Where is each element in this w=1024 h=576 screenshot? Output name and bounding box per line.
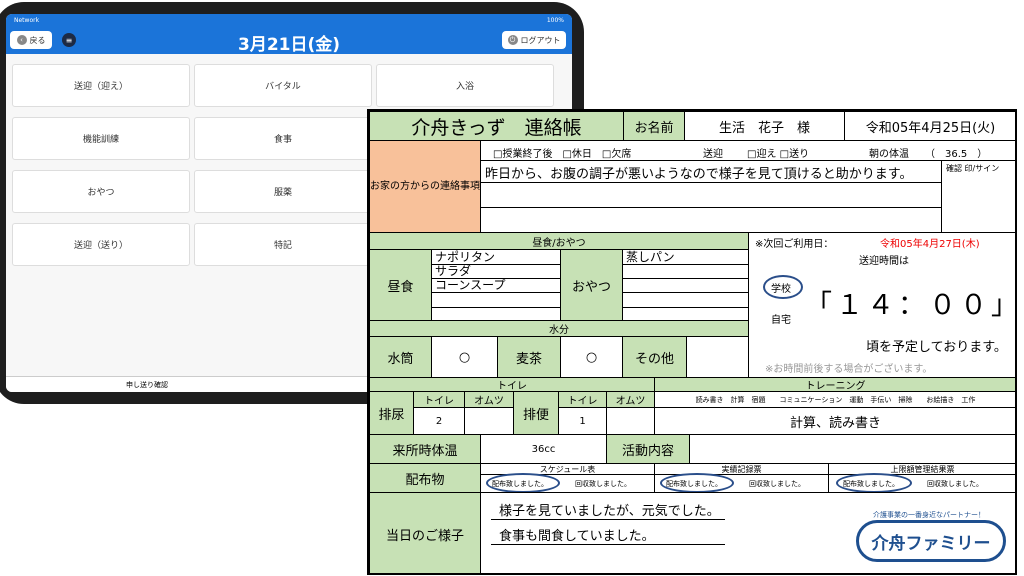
morning-temp-label: 朝の体温 (869, 149, 909, 160)
training-options: 読み書き 計算 宿題 コミュニケーション 運動 手伝い 掃除 お絵描き 工作 (654, 391, 1015, 408)
selected-circle (486, 473, 560, 493)
lunch-item: サラダ (435, 264, 472, 278)
today-line-1: 様子を見ていましたが、元気でした。 (499, 504, 720, 519)
rule (481, 160, 1015, 161)
rule (432, 278, 561, 279)
defecation-label: 排便 (513, 391, 559, 435)
distribution-label: 配布物 (369, 463, 481, 493)
home-option: 自宅 (771, 315, 791, 326)
next-use-date: 令和05年4月27日(木) (880, 239, 980, 250)
rule (481, 207, 941, 208)
child-name: 生活 花子 様 (684, 111, 845, 141)
rule (481, 182, 941, 183)
rule (432, 307, 561, 308)
today-label: 当日のご様子 (369, 492, 481, 573)
contact-book-form: 介舟きっず 連絡帳 お名前 生活 花子 様 令和05年4月25日(火) お家の方… (367, 109, 1017, 575)
urination-diaper-value (464, 407, 514, 435)
menu-button-medication[interactable]: 服薬 (194, 170, 372, 213)
activity-label: 活動内容 (606, 434, 690, 464)
arrival-temp-label: 来所時体温 (369, 434, 481, 464)
snack-item: 蒸しパン (626, 250, 675, 264)
menu-button-special-notes[interactable]: 特記 (194, 223, 372, 266)
dist-record-collected: 回収致しました。 (749, 480, 805, 488)
urination-toilet-col: トイレ (413, 391, 465, 408)
status-bar: Network 100% (6, 14, 572, 26)
defecation-diaper-value (606, 407, 655, 435)
rule (623, 292, 749, 293)
attendance-options: □授業終了後 □休日 □欠席 (493, 149, 632, 160)
menu-button-training[interactable]: 機能訓練 (12, 117, 190, 160)
arrival-temp-value: 36cc (480, 434, 607, 464)
rule (623, 264, 749, 265)
toilet-header: トイレ (369, 377, 655, 392)
other-drink-value (686, 336, 749, 378)
today-line-2: 食事も間食していました。 (499, 529, 655, 544)
rule (491, 519, 725, 520)
power-icon: ⏻ (507, 35, 518, 45)
logo-text: 介舟ファミリー (856, 520, 1006, 562)
water-bottle-label: 水筒 (369, 336, 432, 378)
defecation-diaper-col: オムツ (606, 391, 655, 408)
rule (432, 264, 561, 265)
pickup-time: 「１４：００」 (805, 290, 1017, 321)
lunch-item: コーンスープ (435, 278, 506, 292)
water-bottle-value: ○ (431, 336, 498, 378)
logout-button[interactable]: ⏻ ログアウト (502, 31, 566, 49)
activity-value (689, 434, 1015, 464)
logo-tagline: 介護事業の一番身近なパートナー！ (870, 510, 988, 520)
barley-tea-label: 麦茶 (497, 336, 561, 378)
school-option: 学校 (771, 284, 791, 295)
snack-label: おやつ (560, 249, 623, 321)
urination-diaper-col: オムツ (464, 391, 514, 408)
lunch-label: 昼食 (369, 249, 432, 321)
schedule-text: 頃を予定しております。 (866, 340, 1007, 355)
dist-limit-collected: 回収致しました。 (927, 480, 983, 488)
network-status: Network (14, 16, 40, 24)
menu-button-bath[interactable]: 入浴 (376, 64, 554, 107)
date-title: 3月21日(金) (237, 35, 341, 55)
rule (491, 544, 725, 545)
handover-check-label: 申し送り確認 (126, 380, 168, 389)
battery-status: 100% (546, 16, 564, 24)
defecation-toilet-col: トイレ (558, 391, 607, 408)
meal-header: 昼食/おやつ (369, 232, 749, 250)
next-use-label: ※次回ご利用日： (755, 239, 834, 250)
urination-label: 排尿 (369, 391, 414, 435)
pickup-label: 送迎 (703, 149, 723, 160)
water-header: 水分 (369, 320, 749, 337)
company-logo: 介舟ファミリー 介護事業の一番身近なパートナー！ (856, 504, 1006, 568)
menu-button-pickup-arrive[interactable]: 送迎（迎え） (12, 64, 190, 107)
nav-bar: ‹ 戻る ≡ 3月21日(金) ⏻ ログアウト (6, 26, 572, 55)
selected-circle (660, 473, 734, 493)
barley-tea-value: ○ (560, 336, 623, 378)
training-header: トレーニング (654, 377, 1015, 392)
rule (432, 292, 561, 293)
rule (941, 160, 942, 233)
stage: Network 100% ‹ 戻る ≡ 3月21日(金) ⏻ ログアウト 送迎（… (0, 0, 1024, 576)
name-label: お名前 (623, 111, 685, 141)
menu-button-snack[interactable]: おやつ (12, 170, 190, 213)
time-note: ※お時間前後する場合がございます。 (765, 364, 933, 375)
rule (623, 307, 749, 308)
morning-temp-value: （ 36.5 ） (925, 149, 988, 160)
logout-label: ログアウト (520, 35, 561, 45)
confirm-seal-label: 確認 印/サイン (946, 164, 1000, 173)
form-title: 介舟きっず 連絡帳 (369, 111, 624, 141)
form-date: 令和05年4月25日(火) (844, 111, 1015, 141)
dist-schedule-collected: 回収致しました。 (575, 480, 631, 488)
pickup-options: □迎え □送り (747, 149, 810, 160)
menu-button-vitals[interactable]: バイタル (194, 64, 372, 107)
pickup-time-label: 送迎時間は (859, 256, 909, 267)
family-notes-label: お家の方からの連絡事項 (369, 140, 481, 233)
urination-toilet-value: 2 (413, 407, 465, 435)
menu-button-meal[interactable]: 食事 (194, 117, 372, 160)
menu-button-pickup-return[interactable]: 送迎（送り） (12, 223, 190, 266)
lunch-item: ナポリタン (435, 250, 496, 264)
other-drink-label: その他 (622, 336, 687, 378)
defecation-toilet-value: 1 (558, 407, 607, 435)
rule (623, 278, 749, 279)
selected-circle (836, 473, 912, 493)
family-message: 昨日から、お腹の調子が悪いようなので様子を見て頂けると助かります。 (485, 167, 913, 182)
training-value: 計算、読み書き (654, 407, 1015, 435)
